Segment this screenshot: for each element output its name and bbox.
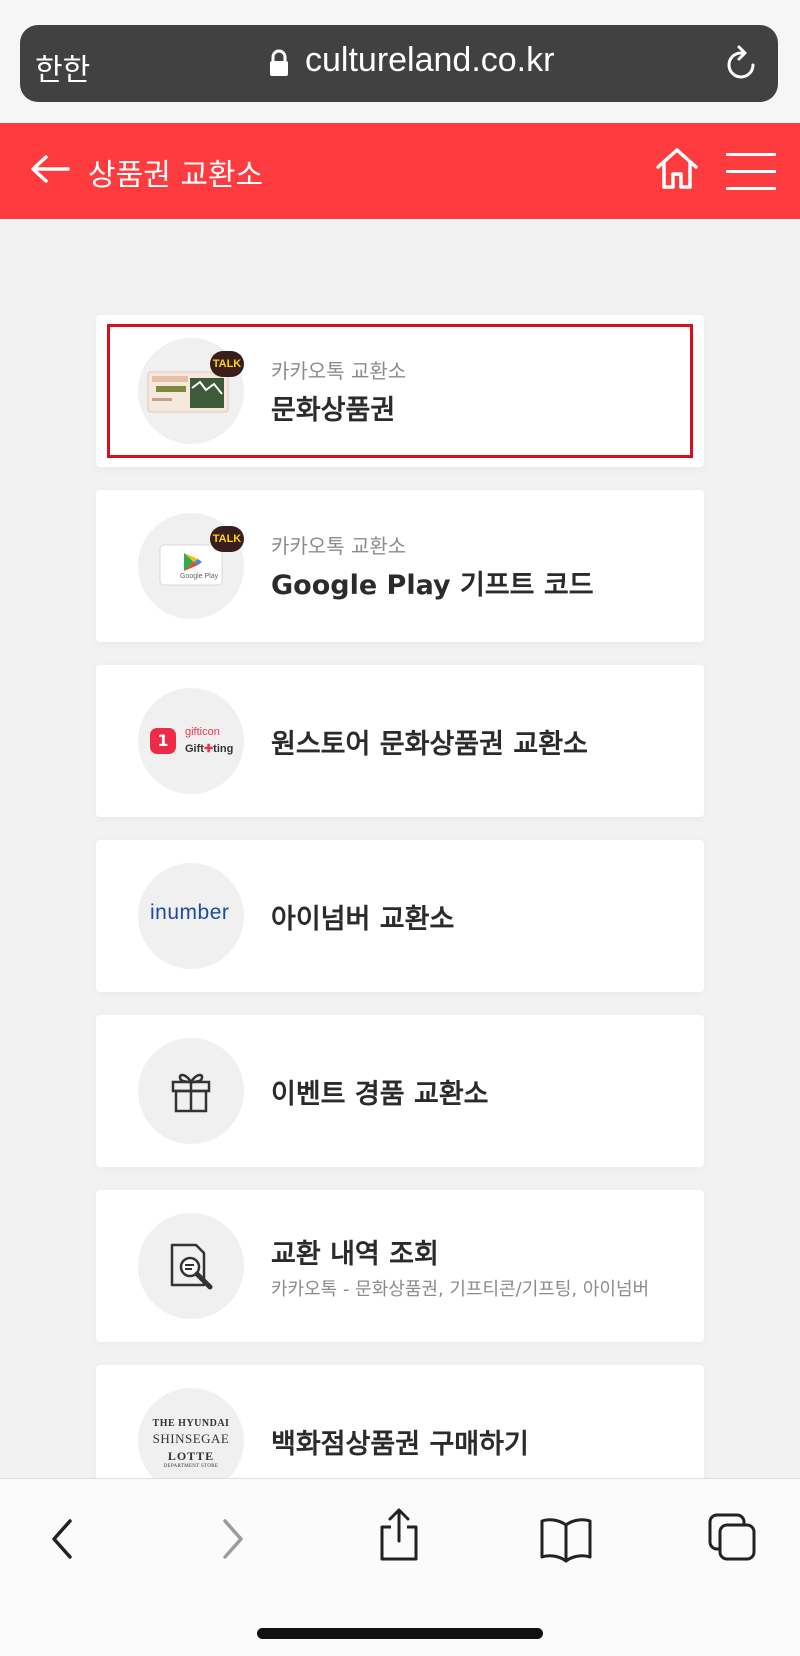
hamburger-menu-icon[interactable] [724, 151, 778, 197]
lock-icon [268, 49, 290, 81]
reload-icon[interactable] [724, 44, 760, 86]
url-text: cultureland.co.kr [305, 41, 555, 79]
card-title: 아이넘버 교환소 [271, 903, 455, 935]
card-exchange-history[interactable]: 교환 내역 조회 카카오톡 - 문화상품권, 기프티콘/기프팅, 아이넘버 [96, 1190, 704, 1342]
share-icon[interactable] [376, 1507, 422, 1567]
address-bar[interactable]: 한한 cultureland.co.kr [20, 25, 778, 102]
card-description: 카카오톡 - 문화상품권, 기프티콘/기프팅, 아이넘버 [271, 1278, 650, 1300]
card-title: 원스토어 문화상품권 교환소 [271, 728, 588, 760]
google-play-card-image: Google Play TALK [138, 513, 244, 619]
card-inumber-exchange[interactable]: inumber 아이넘버 교환소 [96, 840, 704, 992]
app-header: 상품권 교환소 [0, 123, 800, 219]
card-title: 문화상품권 [271, 395, 396, 426]
onestore-gifticon-logo: 1 gifticon Gift✚ting [138, 688, 244, 794]
tabs-icon[interactable] [706, 1511, 758, 1567]
giftting-text: Gift✚ting [185, 743, 234, 755]
browser-top-bar: 한한 cultureland.co.kr [0, 0, 800, 123]
gifticon-text: gifticon [185, 726, 220, 738]
document-search-icon [168, 1241, 216, 1295]
google-play-label: Google Play [180, 573, 219, 580]
card-onestore-exchange[interactable]: 1 gifticon Gift✚ting 원스토어 문화상품권 교환소 [96, 665, 704, 817]
card-event-prize-exchange[interactable]: 이벤트 경품 교환소 [96, 1015, 704, 1167]
card-title: Google Play 기프트 코드 [271, 570, 594, 601]
gift-box-icon [170, 1068, 212, 1118]
culture-voucher-image: TALK [138, 338, 244, 444]
card-subtitle: 카카오톡 교환소 [271, 359, 407, 383]
talk-badge: TALK [210, 526, 244, 552]
card-title: 이벤트 경품 교환소 [271, 1078, 489, 1110]
inumber-logo: inumber [138, 863, 244, 969]
home-icon[interactable] [654, 145, 700, 195]
browser-forward-icon[interactable] [215, 1515, 251, 1567]
browser-back-icon[interactable] [44, 1515, 80, 1567]
card-kakao-culture-voucher[interactable]: TALK 카카오톡 교환소 문화상품권 [96, 315, 704, 467]
back-arrow-icon[interactable] [28, 149, 72, 193]
card-subtitle: 카카오톡 교환소 [271, 534, 407, 558]
home-indicator [257, 1628, 543, 1639]
talk-badge: TALK [210, 351, 244, 377]
card-title: 백화점상품권 구매하기 [271, 1428, 529, 1460]
onestore-icon: 1 [150, 728, 176, 754]
text-size-button[interactable]: 한한 [35, 45, 90, 89]
card-title: 교환 내역 조회 [271, 1238, 439, 1270]
page-title: 상품권 교환소 [88, 158, 264, 193]
bookmarks-book-icon[interactable] [538, 1515, 594, 1567]
card-kakao-google-play[interactable]: Google Play TALK 카카오톡 교환소 Google Play 기프… [96, 490, 704, 642]
